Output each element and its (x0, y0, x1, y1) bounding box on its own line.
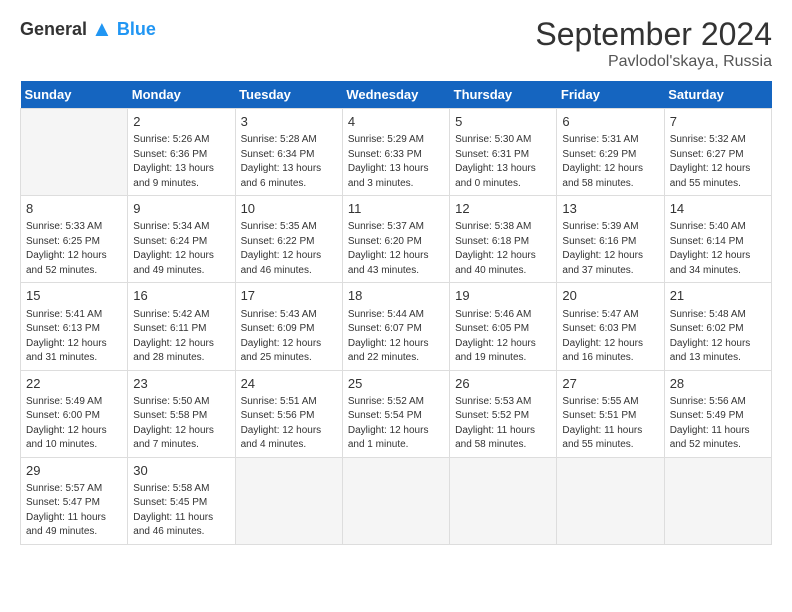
location-title: Pavlodol'skaya, Russia (535, 53, 772, 71)
list-item: 26 Sunrise: 5:53 AMSunset: 5:52 PMDaylig… (450, 370, 557, 457)
empty-cell (450, 457, 557, 544)
list-item: 16 Sunrise: 5:42 AMSunset: 6:11 PMDaylig… (128, 283, 235, 370)
list-item: 5 Sunrise: 5:30 AMSunset: 6:31 PMDayligh… (450, 109, 557, 196)
logo-blue: Blue (117, 19, 156, 40)
empty-cell (21, 109, 128, 196)
list-item: 21 Sunrise: 5:48 AMSunset: 6:02 PMDaylig… (664, 283, 771, 370)
list-item: 24 Sunrise: 5:51 AMSunset: 5:56 PMDaylig… (235, 370, 342, 457)
list-item: 10 Sunrise: 5:35 AMSunset: 6:22 PMDaylig… (235, 196, 342, 283)
table-row: 8 Sunrise: 5:33 AMSunset: 6:25 PMDayligh… (21, 196, 772, 283)
list-item: 14 Sunrise: 5:40 AMSunset: 6:14 PMDaylig… (664, 196, 771, 283)
header-wednesday: Wednesday (342, 81, 449, 109)
header-saturday: Saturday (664, 81, 771, 109)
table-row: 15 Sunrise: 5:41 AMSunset: 6:13 PMDaylig… (21, 283, 772, 370)
empty-cell (235, 457, 342, 544)
logo-general: General (20, 19, 87, 40)
table-row: 2 Sunrise: 5:26 AMSunset: 6:36 PMDayligh… (21, 109, 772, 196)
list-item: 28 Sunrise: 5:56 AMSunset: 5:49 PMDaylig… (664, 370, 771, 457)
empty-cell (557, 457, 664, 544)
list-item: 20 Sunrise: 5:47 AMSunset: 6:03 PMDaylig… (557, 283, 664, 370)
list-item: 17 Sunrise: 5:43 AMSunset: 6:09 PMDaylig… (235, 283, 342, 370)
logo-bird-icon: ▲ (91, 16, 113, 42)
list-item: 19 Sunrise: 5:46 AMSunset: 6:05 PMDaylig… (450, 283, 557, 370)
empty-cell (664, 457, 771, 544)
list-item: 6 Sunrise: 5:31 AMSunset: 6:29 PMDayligh… (557, 109, 664, 196)
header-tuesday: Tuesday (235, 81, 342, 109)
table-row: 29 Sunrise: 5:57 AMSunset: 5:47 PMDaylig… (21, 457, 772, 544)
list-item: 27 Sunrise: 5:55 AMSunset: 5:51 PMDaylig… (557, 370, 664, 457)
list-item: 15 Sunrise: 5:41 AMSunset: 6:13 PMDaylig… (21, 283, 128, 370)
list-item: 7 Sunrise: 5:32 AMSunset: 6:27 PMDayligh… (664, 109, 771, 196)
month-title: September 2024 (535, 16, 772, 53)
list-item: 11 Sunrise: 5:37 AMSunset: 6:20 PMDaylig… (342, 196, 449, 283)
header-monday: Monday (128, 81, 235, 109)
header-friday: Friday (557, 81, 664, 109)
calendar-table: Sunday Monday Tuesday Wednesday Thursday… (20, 81, 772, 545)
calendar-container: General ▲ Blue September 2024 Pavlodol's… (0, 0, 792, 555)
list-item: 29 Sunrise: 5:57 AMSunset: 5:47 PMDaylig… (21, 457, 128, 544)
list-item: 4 Sunrise: 5:29 AMSunset: 6:33 PMDayligh… (342, 109, 449, 196)
list-item: 25 Sunrise: 5:52 AMSunset: 5:54 PMDaylig… (342, 370, 449, 457)
logo: General ▲ Blue (20, 16, 156, 42)
list-item: 12 Sunrise: 5:38 AMSunset: 6:18 PMDaylig… (450, 196, 557, 283)
list-item: 2 Sunrise: 5:26 AMSunset: 6:36 PMDayligh… (128, 109, 235, 196)
list-item: 30 Sunrise: 5:58 AMSunset: 5:45 PMDaylig… (128, 457, 235, 544)
header-thursday: Thursday (450, 81, 557, 109)
list-item: 9 Sunrise: 5:34 AMSunset: 6:24 PMDayligh… (128, 196, 235, 283)
title-section: September 2024 Pavlodol'skaya, Russia (535, 16, 772, 71)
list-item: 8 Sunrise: 5:33 AMSunset: 6:25 PMDayligh… (21, 196, 128, 283)
list-item: 3 Sunrise: 5:28 AMSunset: 6:34 PMDayligh… (235, 109, 342, 196)
table-row: 22 Sunrise: 5:49 AMSunset: 6:00 PMDaylig… (21, 370, 772, 457)
header-row: General ▲ Blue September 2024 Pavlodol's… (20, 16, 772, 71)
list-item: 18 Sunrise: 5:44 AMSunset: 6:07 PMDaylig… (342, 283, 449, 370)
list-item: 22 Sunrise: 5:49 AMSunset: 6:00 PMDaylig… (21, 370, 128, 457)
list-item: 23 Sunrise: 5:50 AMSunset: 5:58 PMDaylig… (128, 370, 235, 457)
header-sunday: Sunday (21, 81, 128, 109)
list-item: 13 Sunrise: 5:39 AMSunset: 6:16 PMDaylig… (557, 196, 664, 283)
empty-cell (342, 457, 449, 544)
